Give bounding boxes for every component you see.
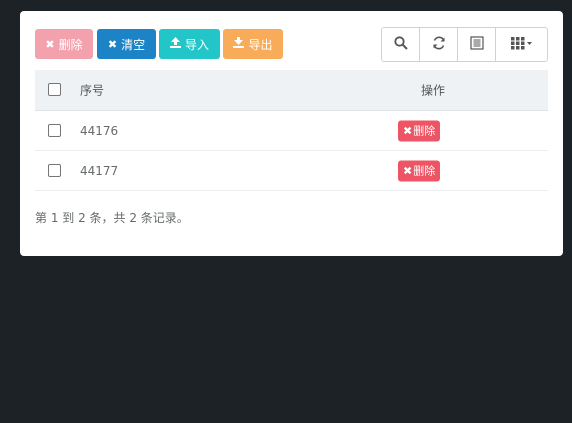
delete-button-label: 删除	[58, 37, 83, 52]
search-icon	[393, 36, 408, 53]
close-icon: ✖	[403, 164, 413, 177]
search-button[interactable]	[382, 28, 420, 61]
export-button-label: 导出	[248, 37, 273, 52]
row-id: 44176	[80, 123, 119, 138]
table-panel: ✖ 删除 ✖ 清空 导入 导出 序号 操作 44176 ✖ 删除 44177 ✖…	[20, 11, 563, 256]
row-id: 44177	[80, 163, 119, 178]
pagination-summary: 第 1 到 2 条，共 2 条记录。	[35, 211, 189, 225]
columns-icon	[510, 36, 533, 53]
close-icon: ✖	[403, 124, 413, 137]
table-tools	[381, 27, 548, 62]
import-button[interactable]: 导入	[159, 29, 220, 59]
row-checkbox[interactable]	[48, 163, 61, 177]
row-delete-label: 删除	[413, 124, 436, 138]
delete-button[interactable]: ✖ 删除	[35, 29, 93, 59]
clear-button-label: 清空	[121, 37, 146, 52]
row-delete-button[interactable]: ✖ 删除	[398, 160, 441, 181]
columns-button[interactable]	[496, 28, 547, 61]
toolbar: ✖ 删除 ✖ 清空 导入 导出	[35, 27, 548, 62]
download-icon	[233, 37, 245, 51]
clear-button[interactable]: ✖ 清空	[97, 29, 156, 59]
close-icon: ✖	[107, 37, 118, 51]
header-actions: 操作	[421, 83, 446, 98]
row-checkbox[interactable]	[48, 123, 61, 137]
row-delete-button[interactable]: ✖ 删除	[398, 120, 441, 141]
select-all-checkbox[interactable]	[48, 83, 61, 96]
row-delete-label: 删除	[413, 164, 436, 178]
data-table: 序号 操作 44176 ✖ 删除 44177 ✖ 删除	[35, 70, 548, 191]
header-id: 序号	[80, 83, 105, 98]
table-row: 44177 ✖ 删除	[35, 151, 548, 191]
refresh-icon	[432, 36, 446, 53]
export-button[interactable]: 导出	[223, 29, 283, 59]
upload-icon	[169, 37, 181, 51]
table-row: 44176 ✖ 删除	[35, 111, 548, 151]
toggle-view-button[interactable]	[458, 28, 496, 61]
import-button-label: 导入	[184, 37, 209, 52]
refresh-button[interactable]	[420, 28, 458, 61]
toggle-view-icon	[469, 36, 484, 53]
close-icon: ✖	[45, 37, 55, 51]
table-header: 序号 操作	[35, 70, 548, 111]
